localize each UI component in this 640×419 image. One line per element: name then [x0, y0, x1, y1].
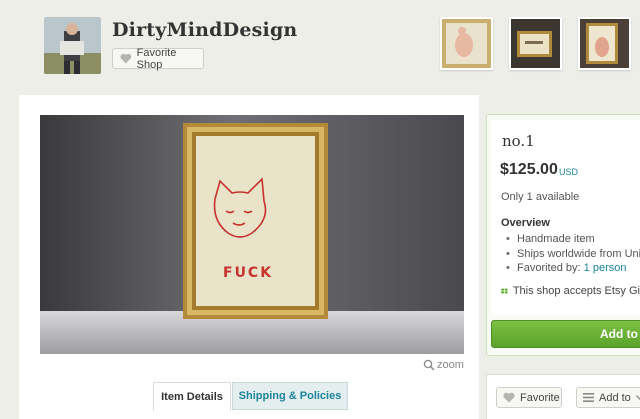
currency-code[interactable]: USD: [559, 167, 578, 177]
tab-item-details[interactable]: Item Details: [153, 382, 231, 411]
add-to-list-button[interactable]: Add to: [576, 387, 640, 408]
thumb-image: [442, 19, 491, 68]
favorite-shop-label: Favorite Shop: [136, 46, 177, 71]
chevron-down-icon: [635, 395, 640, 400]
shop-avatar[interactable]: [44, 17, 101, 74]
shop-thumb[interactable]: [440, 17, 493, 70]
overview-heading: Overview: [501, 217, 550, 229]
overview-item-favorited: Favorited by: 1 person: [506, 261, 640, 276]
listing-photo-image: FUCK: [40, 115, 464, 354]
listing-tabs: Item Details Shipping & Policies: [40, 382, 464, 419]
shop-thumb[interactable]: [578, 17, 631, 70]
heart-icon: [503, 392, 515, 403]
embroidery-text: FUCK: [223, 265, 273, 281]
thumb-image: [511, 19, 560, 68]
favorited-label: Favorited by:: [517, 262, 581, 274]
availability-text: Only 1 available: [501, 191, 580, 203]
thumb-image: [580, 19, 629, 68]
favorite-item-button[interactable]: Favorite: [496, 387, 562, 408]
shop-name[interactable]: DirtyMindDesign: [112, 19, 297, 41]
heart-icon: [120, 53, 132, 64]
favorited-count-link[interactable]: 1 person: [584, 262, 627, 274]
zoom-label: zoom: [437, 359, 464, 371]
zoom-button[interactable]: zoom: [423, 359, 464, 371]
list-icon: [583, 393, 594, 402]
tab-shipping-policies[interactable]: Shipping & Policies: [232, 382, 348, 410]
favorite-item-label: Favorite: [520, 391, 560, 404]
shop-thumb[interactable]: [509, 17, 562, 70]
overview-item: Handmade item: [506, 232, 640, 247]
gift-card-notice: This shop accepts Etsy Gi: [501, 285, 640, 297]
add-to-cart-button[interactable]: Add to c: [491, 320, 640, 348]
shop-avatar-image: [44, 17, 101, 74]
gift-card-icon: [501, 288, 508, 294]
favorite-shop-button[interactable]: Favorite Shop: [112, 46, 204, 71]
magnifier-icon: [423, 359, 435, 371]
add-to-label: Add to: [599, 391, 631, 404]
listing-photo[interactable]: FUCK: [40, 115, 464, 354]
gift-card-text: This shop accepts Etsy Gi: [512, 285, 640, 297]
listing-title: no.1: [502, 132, 535, 150]
listing-price: $125.00: [500, 161, 558, 178]
overview-item: Ships worldwide from Unite: [506, 247, 640, 262]
overview-list: Handmade item Ships worldwide from Unite…: [506, 232, 640, 276]
